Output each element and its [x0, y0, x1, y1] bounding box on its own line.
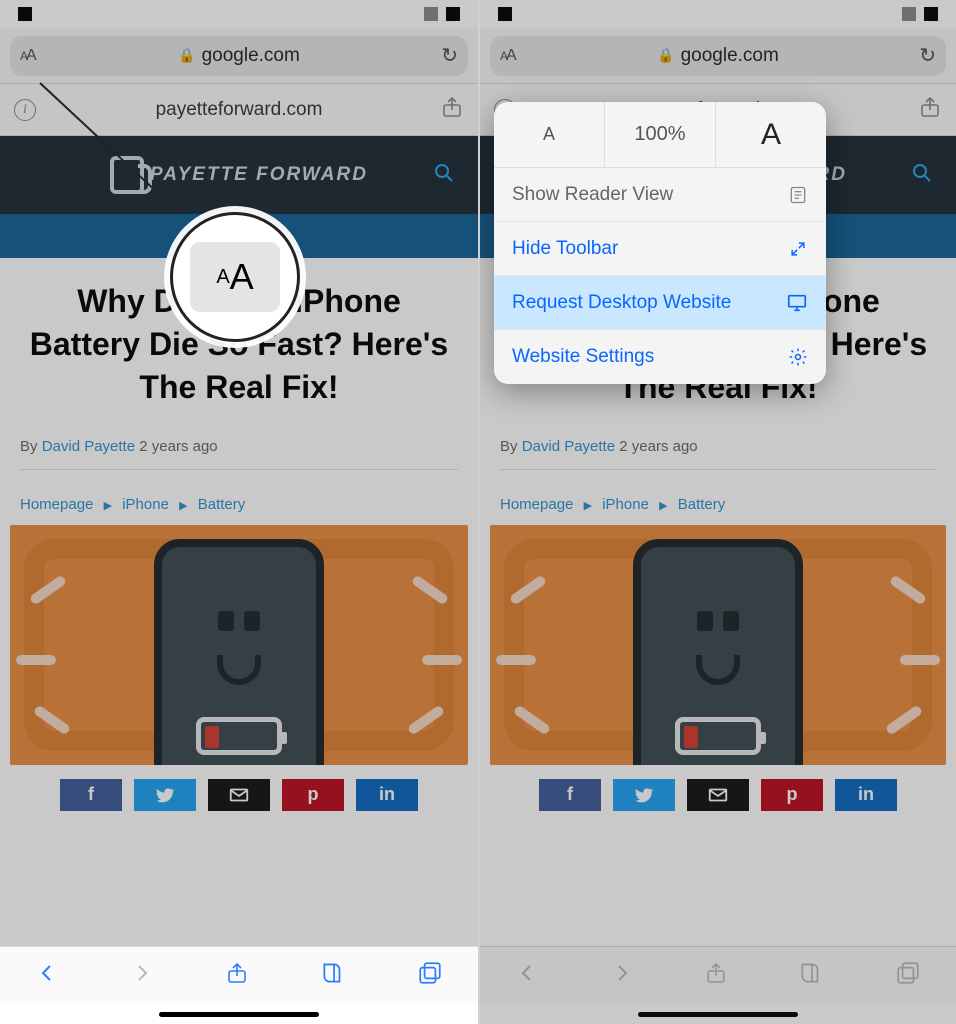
forward-button	[130, 961, 154, 990]
request-desktop-website[interactable]: Request Desktop Website	[494, 276, 826, 330]
social-share-row: f p in	[0, 779, 478, 811]
status-right-icon	[424, 7, 438, 21]
bookmarks-button[interactable]	[320, 960, 346, 991]
crumb-iphone[interactable]: iPhone	[122, 496, 169, 513]
bottom-toolbar	[0, 946, 478, 1004]
site-header: PAYETTE FORWARD	[0, 136, 478, 214]
share-twitter[interactable]	[613, 779, 675, 811]
home-indicator[interactable]	[480, 1004, 956, 1024]
increase-text-button[interactable]: A	[716, 102, 826, 167]
search-icon[interactable]	[910, 161, 934, 190]
reload-icon[interactable]: ↻	[919, 43, 936, 68]
home-indicator[interactable]	[0, 1004, 478, 1024]
text-size-popover: A 100% A Show Reader View Hide Toolbar R…	[494, 102, 826, 384]
status-right-icon	[924, 7, 938, 21]
back-button	[515, 961, 539, 990]
share-linkedin[interactable]: in	[356, 779, 418, 811]
desktop-icon	[786, 292, 808, 314]
site-name: PAYETTE FORWARD	[150, 164, 368, 186]
bottom-toolbar	[480, 946, 956, 1004]
lock-icon: 🔒	[178, 47, 195, 64]
sub-address-bar: i payetteforward.com	[0, 84, 478, 136]
share-email[interactable]	[687, 779, 749, 811]
reader-icon	[788, 185, 808, 205]
expand-icon	[788, 239, 808, 259]
breadcrumbs: Homepage ▶ iPhone ▶ Battery	[480, 478, 956, 525]
right-screenshot: AA 🔒 google.com ↻ i payetteforward.com P…	[478, 0, 956, 1024]
bookmarks-button	[798, 960, 824, 991]
social-share-row: f p in	[480, 779, 956, 811]
share-twitter[interactable]	[134, 779, 196, 811]
hero-image	[10, 525, 468, 765]
back-button[interactable]	[35, 961, 59, 990]
breadcrumbs: Homepage ▶ iPhone ▶ Battery	[0, 478, 478, 525]
crumb-battery[interactable]: Battery	[198, 496, 246, 513]
reload-icon[interactable]: ↻	[441, 43, 458, 68]
share-linkedin[interactable]: in	[835, 779, 897, 811]
share-pinterest[interactable]: p	[761, 779, 823, 811]
hide-toolbar[interactable]: Hide Toolbar	[494, 222, 826, 276]
share-pinterest[interactable]: p	[282, 779, 344, 811]
magnifier-callout: AA	[170, 212, 300, 342]
status-left-icon	[498, 7, 512, 21]
tabs-button	[895, 960, 921, 991]
show-reader-view[interactable]: Show Reader View	[494, 168, 826, 222]
crumb-battery[interactable]: Battery	[678, 496, 726, 513]
address-bar: AA 🔒 google.com ↻	[0, 28, 478, 84]
crumb-home[interactable]: Homepage	[20, 496, 93, 513]
address-pill[interactable]: AA 🔒 google.com ↻	[10, 36, 468, 76]
tabs-button[interactable]	[417, 960, 443, 991]
share-button[interactable]	[225, 961, 249, 990]
address-bar: AA 🔒 google.com ↻	[480, 28, 956, 84]
status-right-icon	[446, 7, 460, 21]
post-age: 2 years ago	[139, 438, 217, 455]
url-domain: google.com	[681, 45, 779, 67]
byline: By David Payette 2 years ago	[20, 438, 458, 470]
lock-icon: 🔒	[657, 47, 674, 64]
status-right-icon	[902, 7, 916, 21]
sub-domain: payetteforward.com	[156, 99, 323, 121]
author-link[interactable]: David Payette	[42, 438, 135, 455]
address-pill[interactable]: AA 🔒 google.com ↻	[490, 36, 946, 76]
status-left-icon	[18, 7, 32, 21]
byline: By David Payette 2 years ago	[500, 438, 936, 470]
search-icon[interactable]	[432, 161, 456, 190]
info-icon[interactable]: i	[14, 99, 36, 121]
share-icon[interactable]	[440, 95, 464, 124]
share-facebook[interactable]: f	[539, 779, 601, 811]
share-email[interactable]	[208, 779, 270, 811]
text-size-icon[interactable]: AA	[500, 47, 515, 65]
hero-image	[490, 525, 946, 765]
site-logo[interactable]: PAYETTE FORWARD	[110, 156, 368, 194]
status-bar	[0, 0, 478, 28]
author-link[interactable]: David Payette	[522, 438, 615, 455]
crumb-iphone[interactable]: iPhone	[602, 496, 649, 513]
text-size-icon[interactable]: AA	[20, 47, 35, 65]
share-icon[interactable]	[918, 95, 942, 124]
share-button	[704, 961, 728, 990]
status-bar	[480, 0, 956, 28]
zoom-level[interactable]: 100%	[605, 102, 716, 167]
forward-button	[610, 961, 634, 990]
gear-icon	[788, 347, 808, 367]
share-facebook[interactable]: f	[60, 779, 122, 811]
left-screenshot: AA 🔒 google.com ↻ i payetteforward.com P…	[0, 0, 478, 1024]
url-domain: google.com	[202, 45, 300, 67]
post-age: 2 years ago	[619, 438, 697, 455]
decrease-text-button[interactable]: A	[494, 102, 605, 167]
website-settings[interactable]: Website Settings	[494, 330, 826, 384]
crumb-home[interactable]: Homepage	[500, 496, 573, 513]
